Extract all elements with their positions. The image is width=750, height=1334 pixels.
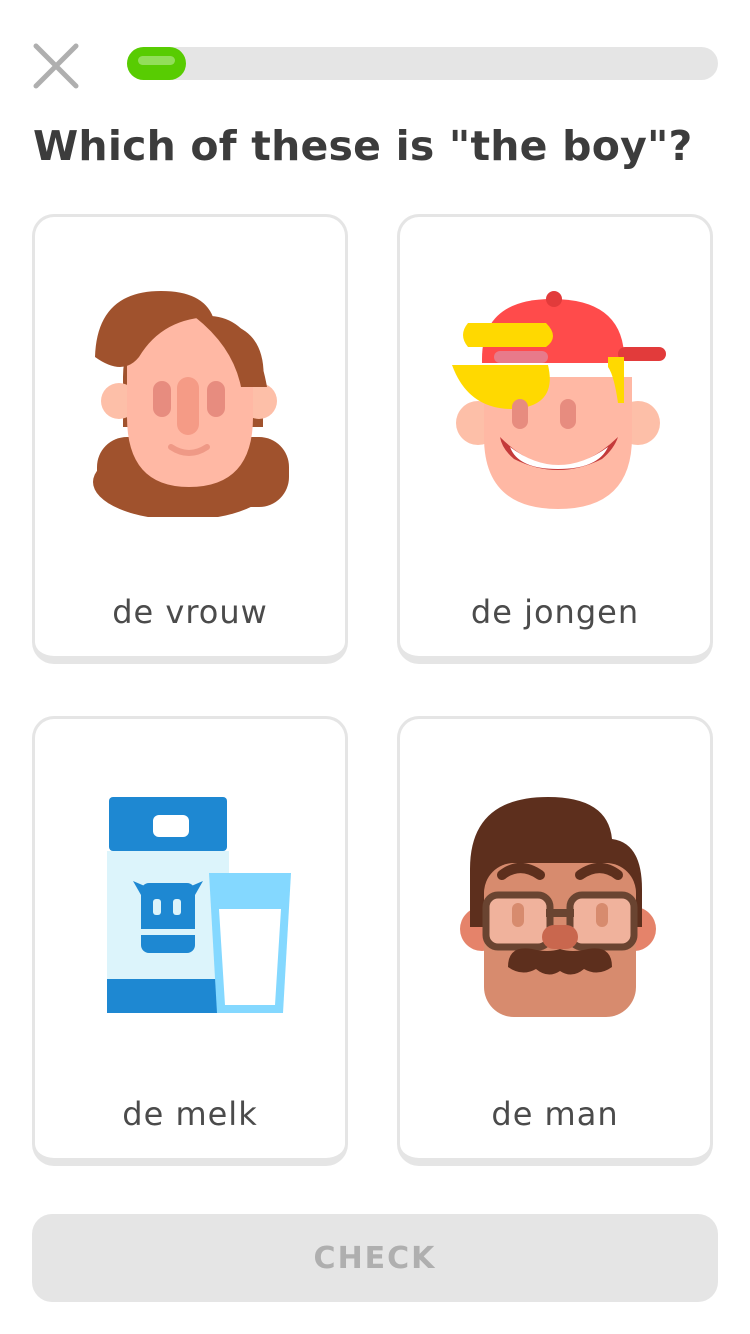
choice-label: de jongen xyxy=(470,593,640,631)
man-icon xyxy=(460,797,656,1017)
check-button[interactable]: CHECK xyxy=(32,1214,718,1302)
progress-shine xyxy=(138,56,175,65)
choice-card-milk[interactable]: de melk xyxy=(32,716,348,1166)
choice-card-woman[interactable]: de vrouw xyxy=(32,214,348,664)
woman-icon xyxy=(93,291,289,517)
progress-bar xyxy=(127,47,718,80)
boy-icon xyxy=(452,291,666,509)
close-button[interactable] xyxy=(28,38,84,94)
choice-label: de vrouw xyxy=(112,593,268,631)
progress-fill xyxy=(127,47,186,80)
choice-card-man[interactable]: de man xyxy=(397,716,713,1166)
question-title: Which of these is "the boy"? xyxy=(33,122,693,170)
choice-label: de man xyxy=(491,1095,619,1133)
choice-card-boy[interactable]: de jongen xyxy=(397,214,713,664)
milk-icon xyxy=(107,797,291,1013)
close-icon xyxy=(33,43,79,89)
choice-label: de melk xyxy=(122,1095,258,1133)
